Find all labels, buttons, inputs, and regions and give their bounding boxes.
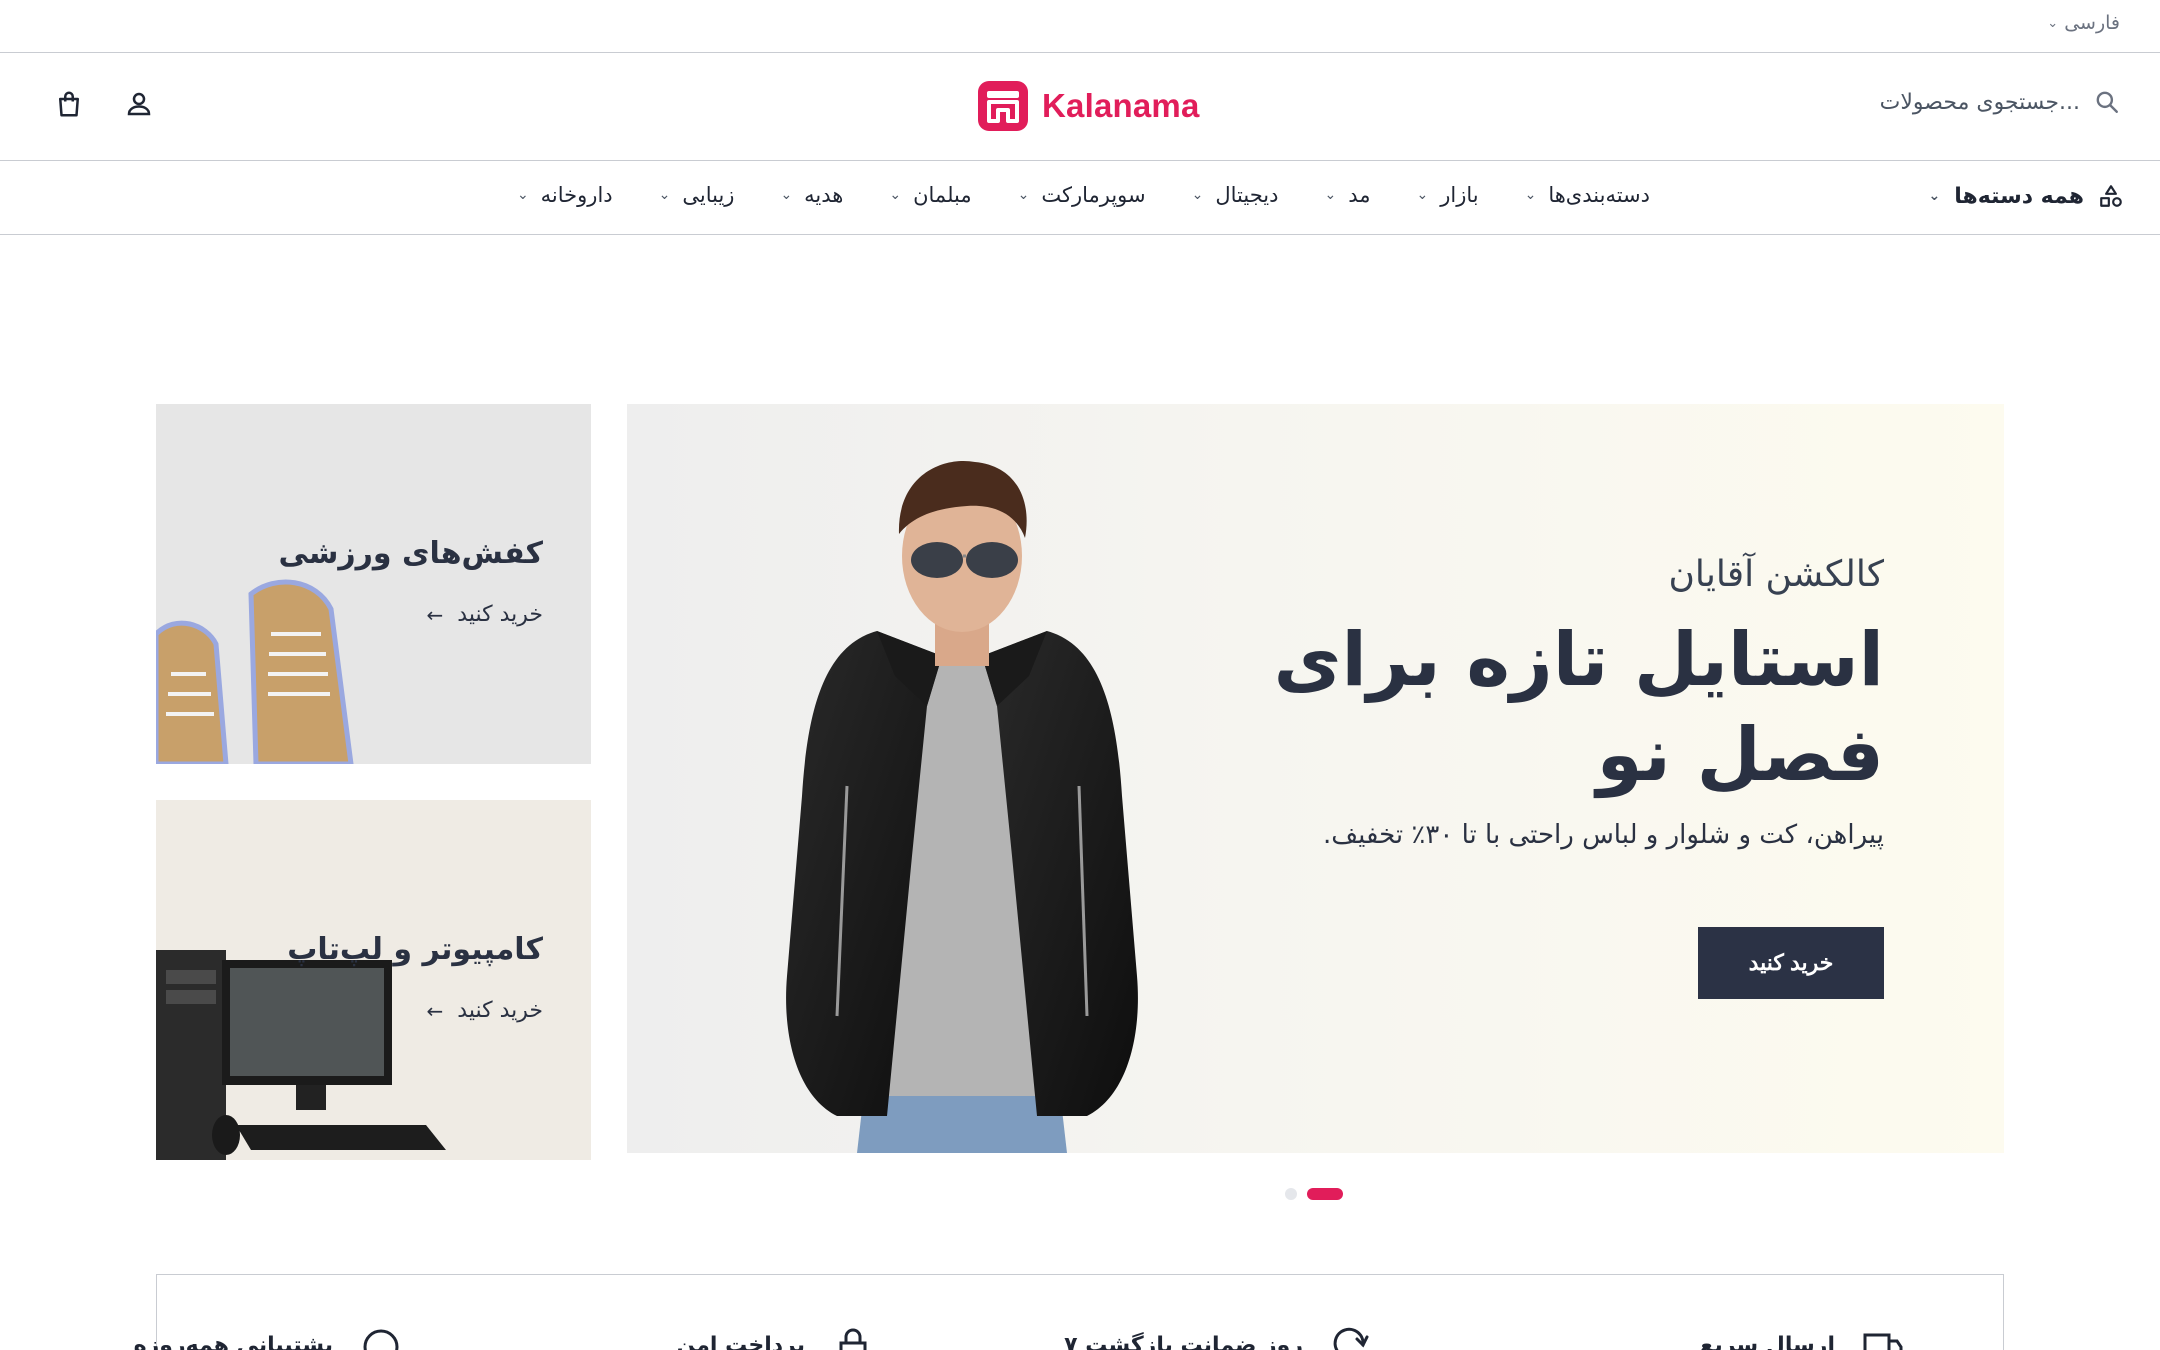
logo[interactable]: Kalanama <box>978 81 1200 131</box>
logo-text: Kalanama <box>1042 87 1200 124</box>
feature-label: ۷ روز ضمانت بازگشت <box>1064 1332 1303 1350</box>
support-icon <box>363 1329 399 1350</box>
feature-label: پرداخت امن <box>676 1332 805 1350</box>
nav-item-fashion[interactable]: مد ⌄ <box>1324 183 1370 207</box>
chevron-down-icon: ⌄ <box>1524 187 1537 203</box>
hero-title: استایل تازه برای فصل نو <box>1244 613 1884 802</box>
chevron-down-icon: ⌄ <box>2047 15 2059 31</box>
promo-title: کفش‌های ورزشی <box>278 536 544 571</box>
hero-kicker: کالکشن آقایان <box>1668 554 1884 595</box>
nav-item-label: زیبایی <box>682 183 735 207</box>
nav-item-furniture[interactable]: مبلمان ⌄ <box>889 183 971 207</box>
chevron-down-icon: ⌄ <box>780 187 793 203</box>
feature-fast-shipping: ارسال سریع <box>1700 1323 1905 1350</box>
sneakers-image <box>156 579 354 764</box>
chevron-down-icon: ⌄ <box>1191 187 1204 203</box>
nav-item-label: مبلمان <box>913 183 972 207</box>
feature-support: پشتیبانی همه‌روزه <box>134 1323 403 1350</box>
nav-item-supermarket[interactable]: سوپرمارکت ⌄ <box>1018 183 1146 207</box>
main-nav: همه دسته‌ها ⌄ دسته‌بندی‌ها ⌄ بازار ⌄ مد ⌄ د… <box>0 161 2160 235</box>
arrow-left-icon: ← <box>426 602 444 627</box>
slider-dot[interactable] <box>1285 1188 1297 1200</box>
store-logo-icon <box>978 81 1028 131</box>
slider-pagination <box>1285 1188 1343 1200</box>
chevron-down-icon: ⌄ <box>1928 188 1941 204</box>
feature-label: ارسال سریع <box>1699 1332 1835 1350</box>
top-bar: ⌄ فارسی <box>0 0 2160 53</box>
promo-link-label: خرید کنید <box>457 602 543 627</box>
chevron-down-icon: ⌄ <box>1324 187 1337 203</box>
chevron-down-icon: ⌄ <box>658 187 671 203</box>
slider-dot-active[interactable] <box>1307 1188 1343 1200</box>
all-categories-menu[interactable]: همه دسته‌ها ⌄ <box>1929 183 2125 209</box>
features-bar: ارسال سریع ۷ روز ضمانت بازگشت پرداخت امن… <box>134 1274 2004 1350</box>
nav-item-label: سوپرمارکت <box>1041 183 1146 207</box>
truck-icon <box>1863 1333 1903 1350</box>
nav-item-pharmacy[interactable]: داروخانه ⌄ <box>517 183 613 207</box>
nav-item-digital[interactable]: دیجیتال ⌄ <box>1192 183 1279 207</box>
arrow-left-icon: ← <box>426 998 444 1023</box>
search-input[interactable]: جستجوی محصولات... <box>1880 90 2080 115</box>
hero-text: کالکشن آقایان استایل تازه برای فصل نو پی… <box>1244 554 1884 850</box>
language-label: فارسی <box>2064 12 2120 34</box>
nav-items: دسته‌بندی‌ها ⌄ بازار ⌄ مد ⌄ دیجیتال ⌄ سوپرما… <box>517 183 1650 207</box>
shapes-icon <box>2100 185 2122 207</box>
hero-title-line: استایل تازه برای <box>1273 617 1884 703</box>
nav-item-label: داروخانه <box>540 183 613 207</box>
nav-item-bazaar[interactable]: بازار ⌄ <box>1416 183 1478 207</box>
nav-item-label: دسته‌بندی‌ها <box>1548 183 1650 207</box>
nav-item-label: بازار <box>1440 183 1479 207</box>
nav-item-categories[interactable]: دسته‌بندی‌ها ⌄ <box>1525 183 1650 207</box>
chevron-down-icon: ⌄ <box>889 187 902 203</box>
language-selector[interactable]: ⌄ فارسی <box>2047 12 2120 34</box>
header-actions <box>54 89 154 119</box>
promo-shop-link[interactable]: خرید کنید ← <box>427 998 543 1023</box>
return-arrow-icon <box>1333 1327 1369 1350</box>
chevron-down-icon: ⌄ <box>1416 187 1429 203</box>
promo-computers[interactable]: کامپیوتر و لپ‌تاپ خرید کنید ← <box>156 800 591 1160</box>
promo-shop-link[interactable]: خرید کنید ← <box>427 602 543 627</box>
hero-model-image <box>786 460 1138 1153</box>
site-header: جستجوی محصولات... Kalanama <box>0 53 2160 161</box>
all-categories-label: همه دسته‌ها <box>1954 183 2084 209</box>
hero-shop-button[interactable]: خرید کنید <box>1698 927 1884 999</box>
search-icon[interactable] <box>2094 89 2120 115</box>
nav-item-label: دیجیتال <box>1215 183 1279 207</box>
hero-subtitle: پیراهن، کت و شلوار و لباس راحتی با تا ۳۰… <box>1322 820 1884 851</box>
feature-secure-payment: پرداخت امن <box>676 1323 875 1350</box>
feature-return-guarantee: ۷ روز ضمانت بازگشت <box>1064 1323 1373 1350</box>
nav-item-gift[interactable]: هدیه ⌄ <box>780 183 843 207</box>
user-icon[interactable] <box>124 89 154 119</box>
hero-banner[interactable]: کالکشن آقایان استایل تازه برای فصل نو پی… <box>627 404 2004 1153</box>
promo-sneakers[interactable]: کفش‌های ورزشی خرید کنید ← <box>156 404 591 764</box>
nav-item-label: مد <box>1348 183 1371 207</box>
feature-label: پشتیبانی همه‌روزه <box>133 1332 333 1350</box>
shopping-bag-icon[interactable] <box>54 89 84 119</box>
search-box[interactable]: جستجوی محصولات... <box>1880 89 2120 115</box>
promo-link-label: خرید کنید <box>457 998 543 1023</box>
chevron-down-icon: ⌄ <box>516 187 529 203</box>
lock-icon <box>839 1328 867 1350</box>
chevron-down-icon: ⌄ <box>1017 187 1030 203</box>
nav-item-beauty[interactable]: زیبایی ⌄ <box>659 183 735 207</box>
hero-title-line: فصل نو <box>1596 711 1884 798</box>
nav-item-label: هدیه <box>804 183 844 207</box>
promo-title: کامپیوتر و لپ‌تاپ <box>287 932 543 967</box>
